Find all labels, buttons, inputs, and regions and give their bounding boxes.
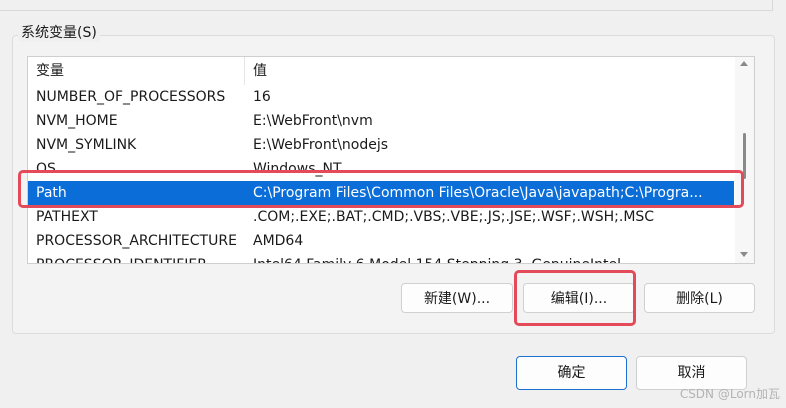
group-title: 系统变量(S) (18, 24, 100, 42)
table-row[interactable]: NUMBER_OF_PROCESSORS 16 (28, 85, 734, 109)
variable-name: NVM_HOME (36, 113, 118, 129)
column-header-value[interactable]: 值 (245, 57, 733, 85)
table-row[interactable]: PATHEXT .COM;.EXE;.BAT;.CMD;.VBS;.VBE;.J… (28, 205, 734, 229)
variable-value: Intel64 Family 6 Model 154 Stepping 3, G… (253, 253, 733, 263)
system-variables-list[interactable]: 变量 值 NUMBER_OF_PROCESSORS 16 NVM_HOME E:… (27, 56, 755, 264)
variable-value: E:\WebFront\nvm (253, 113, 373, 129)
watermark: CSDN @Lorn加瓦 (679, 387, 780, 401)
variable-name: OS (36, 161, 56, 177)
scroll-down-arrow-icon[interactable] (740, 252, 748, 257)
delete-button[interactable]: 删除(L) (644, 283, 755, 313)
ok-button[interactable]: 确定 (516, 356, 627, 390)
variable-value: Windows_NT (253, 161, 342, 177)
table-row[interactable]: OS Windows_NT (28, 157, 734, 181)
variable-value: AMD64 (253, 233, 304, 249)
variable-name: Path (36, 185, 67, 201)
variable-name: PROCESSOR_ARCHITECTURE (36, 233, 237, 249)
top-panel-edge (0, 0, 786, 12)
vertical-scrollbar[interactable] (735, 57, 754, 263)
list-header: 变量 值 (28, 57, 734, 85)
edit-button[interactable]: 编辑(I)... (523, 283, 635, 313)
variable-value: .COM;.EXE;.BAT;.CMD;.VBS;.VBE;.JS;.JSE;.… (253, 209, 655, 225)
list-body: NUMBER_OF_PROCESSORS 16 NVM_HOME E:\WebF… (28, 85, 734, 263)
variable-value: 16 (253, 89, 271, 105)
table-row[interactable]: PROCESSOR_ARCHITECTURE AMD64 (28, 229, 734, 253)
variable-name: NUMBER_OF_PROCESSORS (36, 89, 226, 105)
table-row[interactable]: PROCESSOR_IDENTIFIER Intel64 Family 6 Mo… (28, 253, 734, 263)
column-header-name[interactable]: 变量 (28, 57, 245, 85)
variable-name: PROCESSOR_IDENTIFIER (36, 253, 207, 263)
variable-value: C:\Program Files\Common Files\Oracle\Jav… (253, 185, 703, 201)
variable-value: E:\WebFront\nodejs (253, 137, 389, 153)
variable-name: PATHEXT (36, 209, 98, 225)
table-row-selected[interactable]: Path C:\Program Files\Common Files\Oracl… (28, 181, 734, 205)
scroll-up-arrow-icon[interactable] (740, 61, 748, 66)
table-row[interactable]: NVM_SYMLINK E:\WebFront\nodejs (28, 133, 734, 157)
table-row[interactable]: NVM_HOME E:\WebFront\nvm (28, 109, 734, 133)
variable-name: NVM_SYMLINK (36, 137, 137, 153)
scroll-thumb[interactable] (743, 133, 746, 179)
new-button[interactable]: 新建(W)... (401, 283, 513, 313)
